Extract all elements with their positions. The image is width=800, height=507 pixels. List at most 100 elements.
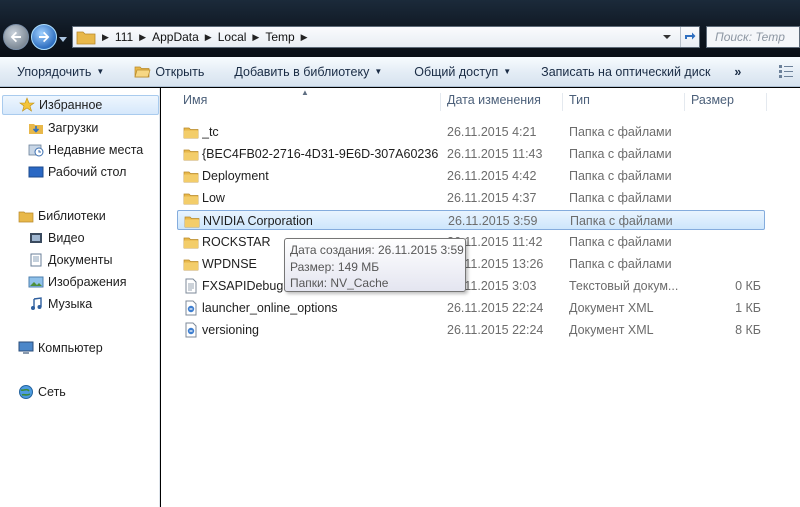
column-header-type[interactable]: Тип — [563, 93, 685, 111]
file-row[interactable]: launcher_online_options 26.11.2015 22:24 Д… — [177, 298, 765, 318]
organize-label: Упорядочить — [17, 64, 92, 79]
organize-button[interactable]: Упорядочить ▼ — [9, 61, 112, 83]
chevron-right-icon[interactable]: ▶ — [205, 32, 212, 43]
xml-file-icon — [185, 322, 197, 338]
forward-button[interactable] — [31, 24, 57, 50]
file-name: launcher_online_options — [202, 301, 338, 315]
address-field[interactable]: ▶ 111 ▶ AppData ▶ Local ▶ Temp ▶ — [72, 26, 700, 48]
file-name: Deployment — [202, 169, 269, 183]
file-type: Папка с файлами — [569, 257, 672, 271]
breadcrumb-local[interactable]: Local — [218, 30, 247, 44]
history-dropdown-icon[interactable] — [59, 35, 67, 43]
recent-places-icon — [28, 144, 44, 157]
file-type: Папка с файлами — [569, 191, 672, 205]
add-to-library-button[interactable]: Добавить в библиотеку ▼ — [226, 61, 390, 83]
nav-documents[interactable]: Документы — [0, 250, 112, 270]
text-file-icon — [185, 278, 197, 294]
nav-video-label: Видео — [48, 231, 85, 245]
tooltip-created: Дата создания: 26.11.2015 3:59 — [290, 243, 464, 257]
file-row[interactable]: NVIDIA Corporation 26.11.2015 3:59 Папка с… — [177, 210, 765, 230]
file-row[interactable]: {BEC4FB02-2716-4D31-9E6D-307A60236... 26.… — [177, 144, 765, 164]
search-input[interactable]: Поиск: Temp — [706, 26, 800, 48]
chevron-right-icon[interactable]: ▶ — [301, 32, 308, 43]
nav-libraries[interactable]: Библиотеки — [0, 206, 106, 226]
video-library-icon — [30, 233, 42, 243]
folder-icon — [183, 149, 199, 161]
open-label: Открыть — [155, 64, 205, 79]
file-type: Папка с файлами — [569, 169, 672, 183]
nav-recent-places[interactable]: Недавние места — [0, 140, 143, 160]
nav-music-label: Музыка — [48, 297, 93, 311]
chevron-down-icon: ▼ — [96, 67, 105, 76]
file-date: 26.11.2015 22:24 — [447, 323, 544, 337]
folder-icon — [183, 193, 199, 205]
folder-icon — [184, 216, 200, 228]
network-globe-icon — [19, 385, 33, 399]
navigation-pane: Избранное Загрузки Недавние места Рабочи… — [0, 88, 160, 507]
folder-icon — [183, 171, 199, 183]
nav-libraries-label: Библиотеки — [38, 209, 106, 223]
nav-desktop-label: Рабочий стол — [48, 165, 127, 179]
chevron-down-icon — [663, 35, 671, 39]
file-name: _tc — [202, 125, 219, 139]
nav-desktop[interactable]: Рабочий стол — [0, 162, 126, 182]
breadcrumb-111[interactable]: 111 — [115, 30, 133, 44]
nav-computer-label: Компьютер — [38, 341, 103, 355]
nav-music[interactable]: Музыка — [0, 294, 92, 314]
breadcrumb-temp[interactable]: Temp — [265, 30, 294, 44]
nav-recent-label: Недавние места — [48, 143, 144, 157]
file-type: Папка с файлами — [569, 147, 672, 161]
file-row[interactable]: _tc 26.11.2015 4:21 Папка с файлами — [177, 122, 765, 142]
share-label: Общий доступ — [414, 64, 499, 79]
file-name: Low — [202, 191, 225, 205]
file-date: 26.11.2015 3:59 — [448, 214, 538, 228]
file-date: 26.11.2015 4:42 — [447, 169, 537, 183]
file-name: {BEC4FB02-2716-4D31-9E6D-307A60236... — [202, 147, 438, 161]
column-header-size[interactable]: Размер — [685, 93, 767, 111]
nav-network-label: Сеть — [38, 385, 66, 399]
add-to-library-label: Добавить в библиотеку — [234, 64, 370, 79]
folder-icon — [183, 237, 199, 249]
more-label: » — [734, 64, 742, 79]
breadcrumb-appdata[interactable]: AppData — [152, 30, 199, 44]
chevron-right-icon[interactable]: ▶ — [102, 32, 109, 43]
tooltip-folders: Папки: NV_Cache — [290, 276, 389, 290]
file-row[interactable]: ROCKSTAR 26.11.2015 11:42 Папка с файлами — [177, 232, 765, 252]
file-name: NVIDIA Corporation — [203, 214, 313, 228]
address-dropdown-button[interactable] — [660, 30, 674, 44]
xml-file-icon — [185, 300, 197, 316]
file-row[interactable]: WPDNSE 26.11.2015 13:26 Папка с файлами — [177, 254, 765, 274]
open-button[interactable]: Открыть — [126, 61, 212, 83]
file-date: 26.11.2015 11:43 — [447, 147, 543, 161]
nav-computer[interactable]: Компьютер — [0, 338, 103, 358]
view-options-icon[interactable] — [778, 63, 794, 79]
open-folder-icon — [134, 66, 151, 77]
documents-library-icon — [30, 253, 42, 267]
file-row[interactable]: versioning 26.11.2015 22:24 Документ XML 8 … — [177, 320, 765, 340]
file-row[interactable]: FXSAPIDebugLo 26.11.2015 3:03 Текстовый до… — [177, 276, 765, 296]
nav-documents-label: Документы — [48, 253, 113, 267]
refresh-button[interactable] — [680, 27, 699, 47]
column-header-date[interactable]: Дата изменения — [441, 93, 563, 111]
file-row[interactable]: Deployment 26.11.2015 4:42 Папка с файлами — [177, 166, 765, 186]
tooltip-size: Размер: 149 МБ — [290, 259, 380, 274]
more-commands-button[interactable]: » — [726, 61, 749, 83]
nav-favorites[interactable]: Избранное — [2, 95, 159, 115]
nav-downloads[interactable]: Загрузки — [0, 118, 98, 138]
column-header-name[interactable]: Имя — [177, 93, 441, 111]
nav-pictures[interactable]: Изображения — [0, 272, 127, 292]
back-button[interactable] — [3, 24, 29, 50]
nav-network[interactable]: Сеть — [0, 382, 66, 402]
folder-icon — [183, 127, 199, 139]
file-size: 1 КБ — [735, 301, 761, 315]
file-size: 8 КБ — [735, 323, 761, 337]
chevron-right-icon[interactable]: ▶ — [252, 32, 259, 43]
file-row[interactable]: Low 26.11.2015 4:37 Папка с файлами — [177, 188, 765, 208]
share-button[interactable]: Общий доступ ▼ — [406, 61, 519, 83]
nav-video[interactable]: Видео — [0, 228, 85, 248]
chevron-right-icon[interactable]: ▶ — [139, 32, 146, 43]
file-name: versioning — [202, 323, 259, 337]
burn-disc-button[interactable]: Записать на оптический диск — [533, 61, 718, 83]
nav-pictures-label: Изображения — [48, 275, 127, 289]
command-bar: Упорядочить ▼ Открыть Добавить в библиот… — [0, 57, 800, 87]
